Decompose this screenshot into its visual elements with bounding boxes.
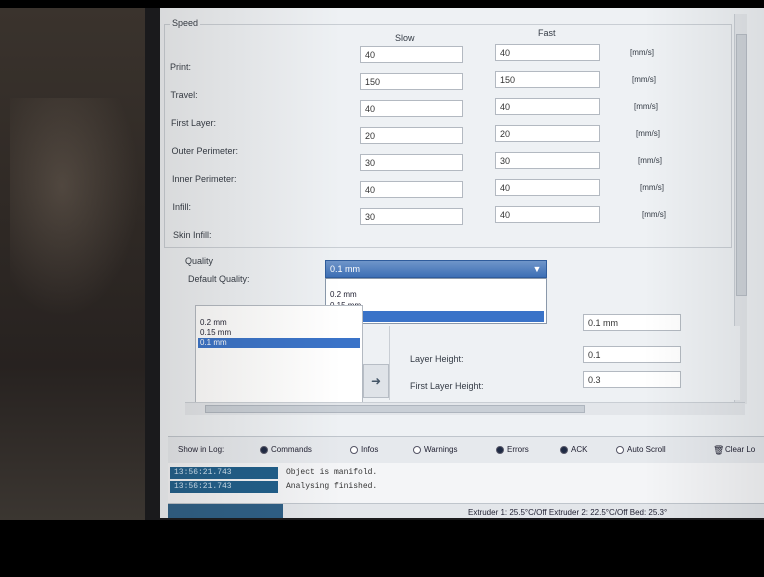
- log-area[interactable]: 13:56:21.743 Object is manifold. 13:56:2…: [168, 463, 764, 503]
- fast-speed-field[interactable]: 40: [495, 179, 600, 196]
- video-letterbox-bottom: [0, 520, 764, 577]
- clear-log-button[interactable]: Clear Lo: [725, 445, 755, 454]
- speed-unit-label: [mm/s]: [636, 129, 660, 138]
- warnings-label[interactable]: Warnings: [424, 445, 458, 454]
- speed-row-label: Outer Perimeter:: [171, 146, 239, 156]
- quality-details-panel: 0.1 mm Layer Height: 0.1 First Layer Hei…: [389, 314, 740, 400]
- log-timestamp: 13:56:21.743: [170, 481, 278, 493]
- speed-unit-label: [mm/s]: [630, 48, 654, 57]
- errors-checkbox[interactable]: [496, 446, 504, 454]
- temperature-status: Extruder 1: 25.5°C/Off Extruder 2: 22.5°…: [468, 508, 668, 517]
- infos-label[interactable]: Infos: [361, 445, 378, 454]
- slow-speed-field[interactable]: 20: [360, 127, 463, 144]
- log-message: Analysing finished.: [286, 482, 378, 491]
- layer-height-label: Layer Height:: [410, 354, 464, 364]
- slow-speed-field[interactable]: 40: [360, 46, 463, 63]
- slow-speed-field[interactable]: 40: [360, 100, 463, 117]
- speed-row-label: Infill:: [172, 202, 192, 212]
- warnings-checkbox[interactable]: [413, 446, 421, 454]
- speed-unit-label: [mm/s]: [642, 210, 666, 219]
- first-layer-height-label: First Layer Height:: [410, 381, 484, 391]
- speed-row-label: Skin Infill:: [173, 230, 212, 240]
- monitor-screen: Speed Slow Fast Print: 40 40 [mm/s] Travel: 1…: [160, 8, 764, 518]
- video-letterbox-top: [0, 0, 764, 8]
- quality-name-field[interactable]: 0.1 mm: [583, 314, 681, 331]
- list-item[interactable]: 0.15 mm: [198, 328, 360, 338]
- log-message: Object is manifold.: [286, 468, 378, 477]
- slow-speed-field[interactable]: 150: [360, 73, 463, 90]
- speed-unit-label: [mm/s]: [640, 183, 664, 192]
- log-timestamp: 13:56:21.743: [170, 467, 278, 479]
- arrow-down-icon: ➜: [370, 374, 382, 388]
- vertical-scrollbar-thumb[interactable]: [736, 34, 747, 296]
- fast-speed-field[interactable]: 40: [495, 98, 600, 115]
- fast-speed-field[interactable]: 20: [495, 125, 600, 142]
- status-bar: Extruder 1: 25.5°C/Off Extruder 2: 22.5°…: [168, 503, 764, 518]
- speed-group-label: Speed: [170, 18, 201, 28]
- speed-row-label: Inner Perimeter:: [172, 174, 237, 184]
- slow-speed-field[interactable]: 40: [360, 181, 463, 198]
- fast-speed-field[interactable]: 30: [495, 152, 600, 169]
- default-quality-value: 0.1 mm: [330, 264, 361, 274]
- horizontal-scrollbar[interactable]: [185, 402, 745, 415]
- background-reflection: [10, 98, 140, 318]
- fast-speed-field[interactable]: 150: [495, 71, 600, 88]
- fast-column-header: Fast: [538, 28, 556, 38]
- horizontal-scrollbar-thumb[interactable]: [205, 405, 585, 413]
- auto-scroll-checkbox[interactable]: [616, 446, 624, 454]
- commands-checkbox[interactable]: [260, 446, 268, 454]
- list-item-selected[interactable]: 0.1 mm: [198, 338, 360, 348]
- log-filter-bar: Show in Log: Commands Infos Warnings Err…: [168, 436, 764, 464]
- infos-checkbox[interactable]: [350, 446, 358, 454]
- show-in-log-label: Show in Log:: [178, 445, 225, 454]
- auto-scroll-label[interactable]: Auto Scroll: [627, 445, 666, 454]
- speed-row-label: Print:: [170, 62, 192, 72]
- default-quality-select[interactable]: 0.1 mm ▼: [325, 260, 547, 278]
- move-down-button[interactable]: ➜: [363, 364, 389, 398]
- ack-label[interactable]: ACK: [571, 445, 587, 454]
- slow-speed-field[interactable]: 30: [360, 154, 463, 171]
- quality-group-label: Quality: [185, 256, 214, 266]
- speed-unit-label: [mm/s]: [634, 102, 658, 111]
- layer-height-field[interactable]: 0.1: [583, 346, 681, 363]
- commands-label[interactable]: Commands: [271, 445, 312, 454]
- speed-unit-label: [mm/s]: [632, 75, 656, 84]
- list-item[interactable]: 0.2 mm: [198, 318, 360, 328]
- trash-icon[interactable]: 🗑: [713, 445, 724, 456]
- fast-speed-field[interactable]: 40: [495, 44, 600, 61]
- default-quality-label: Default Quality:: [188, 274, 250, 284]
- speed-unit-label: [mm/s]: [638, 156, 662, 165]
- speed-row-label: First Layer:: [171, 118, 217, 128]
- status-bar-left-block: [168, 504, 283, 518]
- slow-column-header: Slow: [395, 33, 415, 43]
- fast-speed-field[interactable]: 40: [495, 206, 600, 223]
- chevron-down-icon[interactable]: ▼: [531, 263, 543, 275]
- speed-row-label: Travel:: [170, 90, 198, 100]
- dropdown-option[interactable]: 0.2 mm: [328, 289, 544, 300]
- quality-list[interactable]: 0.2 mm 0.15 mm 0.1 mm: [195, 305, 363, 405]
- ack-checkbox[interactable]: [560, 446, 568, 454]
- first-layer-height-field[interactable]: 0.3: [583, 371, 681, 388]
- slow-speed-field[interactable]: 30: [360, 208, 463, 225]
- errors-label[interactable]: Errors: [507, 445, 529, 454]
